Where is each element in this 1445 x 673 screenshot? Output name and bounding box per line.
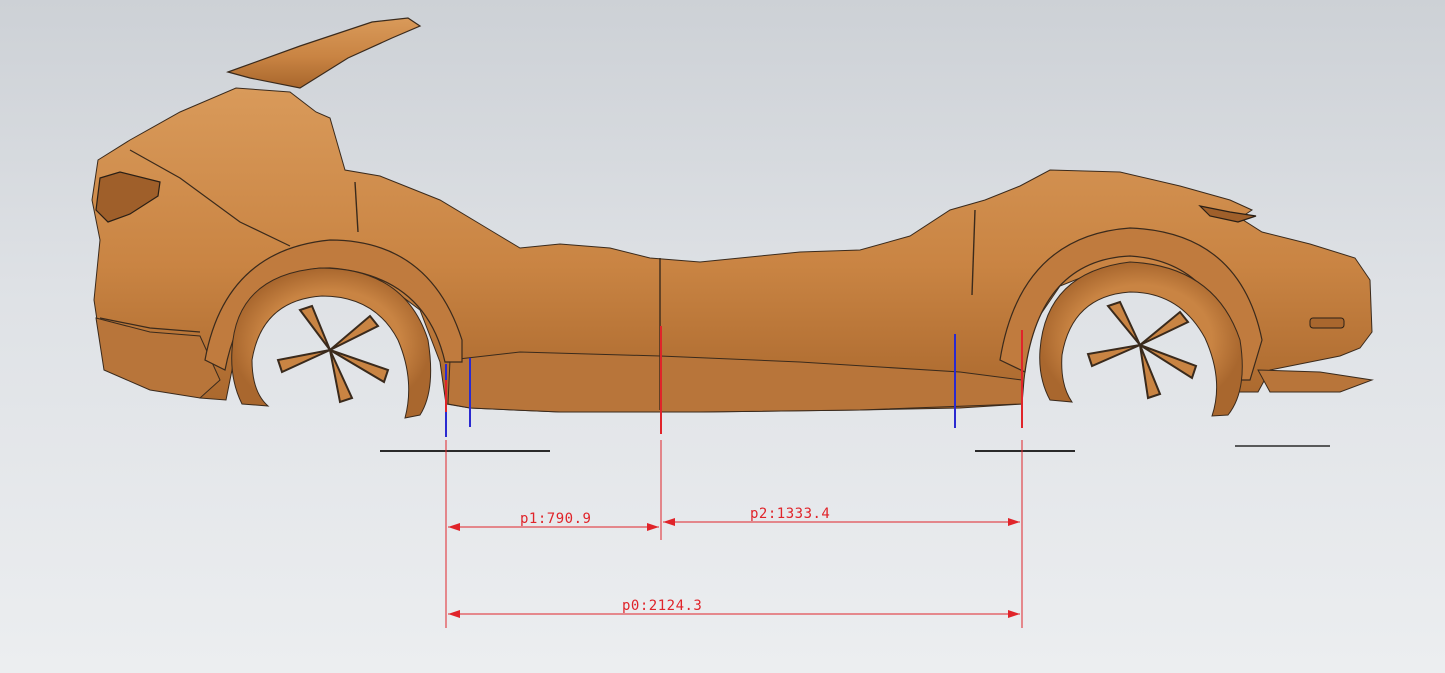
- scanned-car-model[interactable]: [91, 17, 1374, 452]
- front-side-marker: [1309, 317, 1345, 329]
- dimension-extension-lines: [445, 440, 1023, 628]
- rear-spoiler: [226, 17, 422, 89]
- front-wheel-spokes: [1086, 300, 1198, 400]
- scene-canvas[interactable]: p1:790.9 p2:1333.4 p0:2124.3: [0, 0, 1445, 673]
- dimension-p2[interactable]: p2:1333.4: [663, 506, 1020, 526]
- dimension-p2-label: p2:1333.4: [750, 506, 830, 522]
- dimension-p0-label: p0:2124.3: [622, 598, 702, 614]
- rear-wheel-spokes: [276, 304, 390, 404]
- dimension-p1[interactable]: p1:790.9: [448, 511, 659, 531]
- dimension-p1-label: p1:790.9: [520, 511, 591, 527]
- cad-viewport[interactable]: p1:790.9 p2:1333.4 p0:2124.3: [0, 0, 1445, 673]
- front-bumper: [1257, 369, 1374, 393]
- dimension-p0[interactable]: p0:2124.3: [448, 598, 1020, 618]
